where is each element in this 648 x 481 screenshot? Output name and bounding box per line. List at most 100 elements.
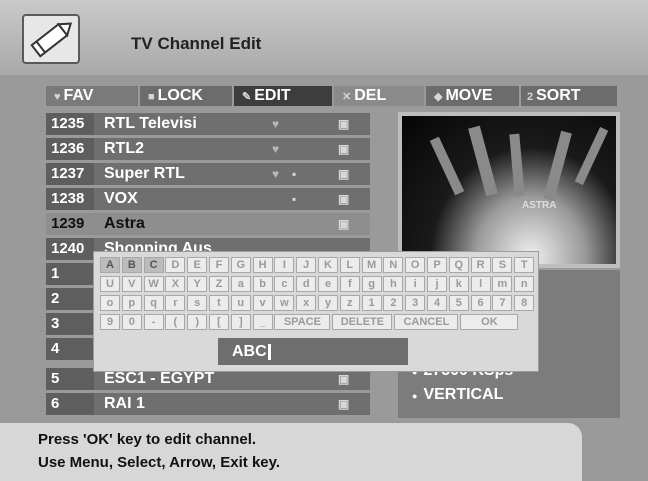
delete-button[interactable]: ✕ DEL	[334, 86, 424, 106]
ok-key[interactable]: OK	[460, 314, 519, 330]
key-E[interactable]: E	[187, 257, 208, 273]
key-D[interactable]: D	[165, 257, 186, 273]
key-A[interactable]: A	[100, 257, 120, 273]
key-symbol[interactable]: ]	[230, 314, 251, 330]
key-U[interactable]: U	[100, 276, 120, 292]
header-bar: TV Channel Edit	[0, 0, 648, 75]
key-symbol[interactable]: )	[187, 314, 208, 330]
key-h[interactable]: h	[383, 276, 404, 292]
channel-row[interactable]: 1236 RTL2 ♥ ▣	[46, 138, 370, 160]
channel-name: RTL Televisi	[104, 115, 197, 132]
key-symbol[interactable]: 0	[121, 314, 142, 330]
key-r[interactable]: r	[165, 295, 186, 311]
key-K[interactable]: K	[318, 257, 338, 273]
channel-row[interactable]: 1238 VOX ▪ ▣	[46, 188, 370, 210]
cancel-key[interactable]: CANCEL	[394, 314, 459, 330]
name-input[interactable]: ABC	[218, 338, 408, 365]
pencil-icon	[22, 14, 80, 64]
key-M[interactable]: M	[361, 257, 382, 273]
key-L[interactable]: L	[339, 257, 360, 273]
tv-icon: ▣	[338, 167, 350, 181]
key-z[interactable]: z	[339, 295, 360, 311]
key-v[interactable]: v	[252, 295, 273, 311]
key-G[interactable]: G	[230, 257, 251, 273]
key-m[interactable]: m	[492, 276, 513, 292]
key-J[interactable]: J	[296, 257, 317, 273]
key-g[interactable]: g	[361, 276, 382, 292]
key-j[interactable]: j	[427, 276, 447, 292]
key-Z[interactable]: Z	[209, 276, 229, 292]
key-W[interactable]: W	[143, 276, 164, 292]
key-e[interactable]: e	[318, 276, 338, 292]
fav-button[interactable]: ♥ FAV	[46, 86, 138, 106]
key-2[interactable]: 2	[383, 295, 404, 311]
key-T[interactable]: T	[514, 257, 535, 273]
key-X[interactable]: X	[165, 276, 186, 292]
key-f[interactable]: f	[339, 276, 360, 292]
key-y[interactable]: y	[318, 295, 338, 311]
key-7[interactable]: 7	[492, 295, 513, 311]
delete-key[interactable]: DELETE	[332, 314, 393, 330]
key-i[interactable]: i	[405, 276, 426, 292]
key-u[interactable]: u	[230, 295, 251, 311]
key-symbol[interactable]: [	[209, 314, 229, 330]
key-t[interactable]: t	[209, 295, 229, 311]
channel-row[interactable]: 1237 Super RTL ♥ ▪ ▣	[46, 163, 370, 185]
key-c[interactable]: c	[274, 276, 295, 292]
key-5[interactable]: 5	[448, 295, 469, 311]
key-a[interactable]: a	[230, 276, 251, 292]
key-d[interactable]: d	[296, 276, 317, 292]
key-F[interactable]: F	[209, 257, 229, 273]
key-symbol[interactable]: -	[143, 314, 164, 330]
key-s[interactable]: s	[187, 295, 208, 311]
tv-icon: ▣	[338, 397, 350, 411]
move-button[interactable]: ◆ MOVE	[426, 86, 519, 106]
key-C[interactable]: C	[143, 257, 164, 273]
key-S[interactable]: S	[492, 257, 513, 273]
delete-icon: ✕	[342, 91, 352, 103]
sort-key-icon: 2	[527, 91, 534, 103]
edit-icon: ✎	[242, 91, 252, 103]
channel-number: 1235	[46, 113, 94, 135]
key-w[interactable]: w	[274, 295, 295, 311]
sort-button[interactable]: 2 SORT	[521, 86, 617, 106]
key-P[interactable]: P	[427, 257, 447, 273]
channel-row[interactable]: 6 RAI 1 ▣	[46, 393, 370, 415]
key-V[interactable]: V	[121, 276, 142, 292]
del-label: DEL	[354, 87, 387, 104]
edit-button[interactable]: ✎ EDIT	[234, 86, 332, 106]
key-o[interactable]: o	[100, 295, 120, 311]
lock-button[interactable]: ■ LOCK	[140, 86, 232, 106]
key-symbol[interactable]: 9	[100, 314, 120, 330]
key-k[interactable]: k	[448, 276, 469, 292]
key-O[interactable]: O	[405, 257, 426, 273]
key-H[interactable]: H	[252, 257, 273, 273]
key-3[interactable]: 3	[405, 295, 426, 311]
key-symbol[interactable]: (	[165, 314, 186, 330]
key-R[interactable]: R	[470, 257, 491, 273]
channel-number: 3	[46, 313, 94, 335]
space-key[interactable]: SPACE	[274, 314, 331, 330]
key-4[interactable]: 4	[427, 295, 447, 311]
key-6[interactable]: 6	[470, 295, 491, 311]
channel-row[interactable]: 1235 RTL Televisi ♥ ▣	[46, 113, 370, 135]
key-q[interactable]: q	[143, 295, 164, 311]
lock-icon: ■	[148, 91, 155, 103]
channel-number: 5	[46, 368, 94, 390]
key-b[interactable]: b	[252, 276, 273, 292]
channel-name: VOX	[104, 190, 138, 207]
channel-name: RAI 1	[104, 395, 145, 412]
key-x[interactable]: x	[296, 295, 317, 311]
key-symbol[interactable]: _	[252, 314, 273, 330]
key-Q[interactable]: Q	[448, 257, 469, 273]
key-N[interactable]: N	[383, 257, 404, 273]
channel-row-selected[interactable]: 1239 Astra ▣	[46, 213, 370, 235]
key-Y[interactable]: Y	[187, 276, 208, 292]
key-l[interactable]: l	[470, 276, 491, 292]
key-8[interactable]: 8	[514, 295, 535, 311]
key-I[interactable]: I	[274, 257, 295, 273]
key-1[interactable]: 1	[361, 295, 382, 311]
key-n[interactable]: n	[514, 276, 535, 292]
key-B[interactable]: B	[121, 257, 142, 273]
key-p[interactable]: p	[121, 295, 142, 311]
